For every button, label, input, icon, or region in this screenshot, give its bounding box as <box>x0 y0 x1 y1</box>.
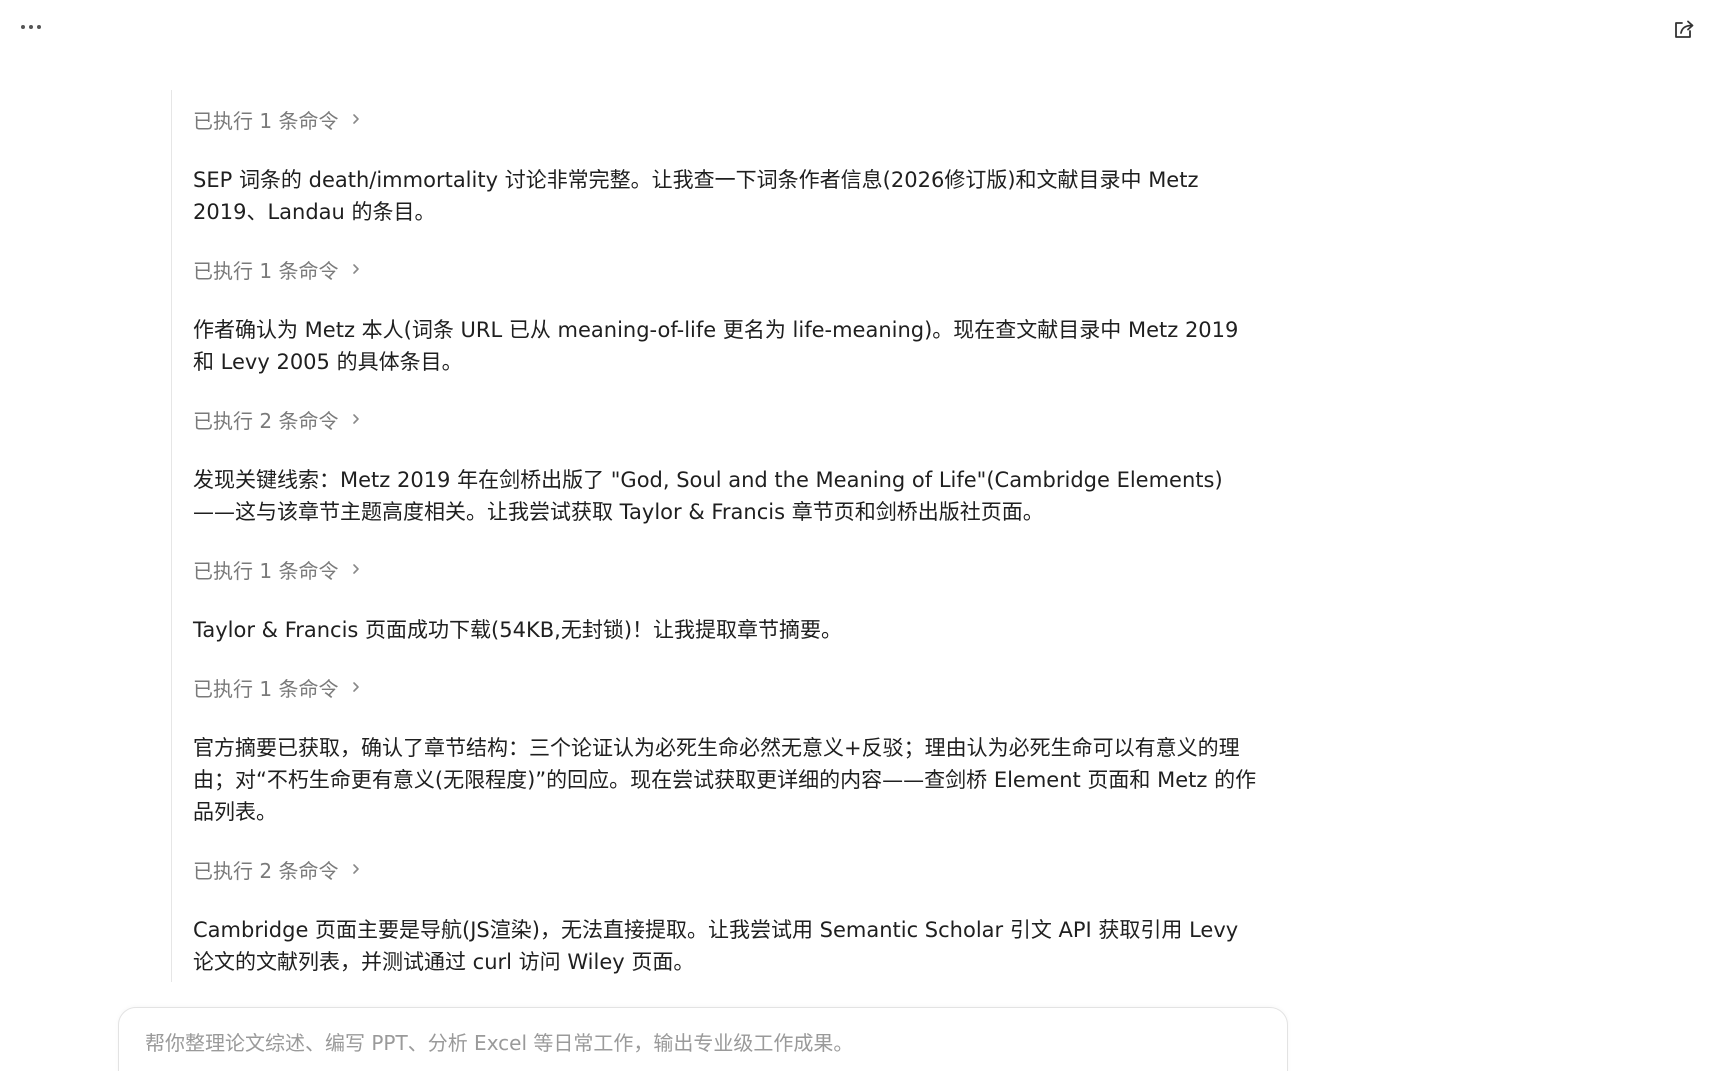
command-summary-label: 已执行 2 条命令 <box>193 858 339 883</box>
command-summary-label: 已执行 2 条命令 <box>193 408 339 433</box>
assistant-message: 官方摘要已获取，确认了章节结构：三个论证认为必死生命必然无意义+反驳；理由认为必… <box>193 736 1257 824</box>
command-summary-label: 已执行 1 条命令 <box>193 676 339 701</box>
message-thread[interactable]: 已执行 1 条命令 SEP 词条的 death/immortality 讨论非常… <box>171 90 1282 982</box>
more-horizontal-icon <box>21 25 41 29</box>
chat-composer <box>118 1007 1288 1071</box>
chevron-right-icon <box>352 263 360 275</box>
chat-input[interactable] <box>143 1030 1247 1056</box>
thread-entry: 已执行 1 条命令 官方摘要已获取，确认了章节结构：三个论证认为必死生命必然无意… <box>193 672 1263 828</box>
chevron-right-icon <box>352 113 360 125</box>
share-icon <box>1675 20 1694 38</box>
assistant-message: 发现关键线索：Metz 2019 年在剑桥出版了 "God, Soul and … <box>193 468 1223 524</box>
thread-entry: 已执行 2 条命令 发现关键线索：Metz 2019 年在剑桥出版了 "God,… <box>193 404 1263 528</box>
thread-entry: 已执行 2 条命令 Cambridge 页面主要是导航(JS渲染)，无法直接提取… <box>193 854 1263 978</box>
assistant-message: SEP 词条的 death/immortality 讨论非常完整。让我查一下词条… <box>193 168 1199 224</box>
thread-entry: 已执行 1 条命令 Taylor & Francis 页面成功下载(54KB,无… <box>193 554 1263 646</box>
command-summary-toggle[interactable]: 已执行 2 条命令 <box>193 854 1263 884</box>
chevron-right-icon <box>352 413 360 425</box>
chevron-right-icon <box>352 563 360 575</box>
command-summary-toggle[interactable]: 已执行 1 条命令 <box>193 104 1263 134</box>
share-button[interactable] <box>1669 14 1699 44</box>
chevron-right-icon <box>352 863 360 875</box>
command-summary-toggle[interactable]: 已执行 1 条命令 <box>193 554 1263 584</box>
assistant-message: Cambridge 页面主要是导航(JS渲染)，无法直接提取。让我尝试用 Sem… <box>193 918 1239 974</box>
more-options-button[interactable] <box>14 14 48 40</box>
command-summary-toggle[interactable]: 已执行 2 条命令 <box>193 404 1263 434</box>
chevron-right-icon <box>352 681 360 693</box>
thread-entry: 已执行 1 条命令 作者确认为 Metz 本人(词条 URL 已从 meanin… <box>193 254 1263 378</box>
command-summary-label: 已执行 1 条命令 <box>193 558 339 583</box>
command-summary-toggle[interactable]: 已执行 1 条命令 <box>193 254 1263 284</box>
chat-page: 已执行 1 条命令 SEP 词条的 death/immortality 讨论非常… <box>0 0 1713 1071</box>
thread-entry: 已执行 1 条命令 SEP 词条的 death/immortality 讨论非常… <box>193 104 1263 228</box>
command-summary-label: 已执行 1 条命令 <box>193 108 339 133</box>
command-summary-label: 已执行 1 条命令 <box>193 258 339 283</box>
command-summary-toggle[interactable]: 已执行 1 条命令 <box>193 672 1263 702</box>
assistant-message: 作者确认为 Metz 本人(词条 URL 已从 meaning-of-life … <box>193 318 1239 374</box>
assistant-message: Taylor & Francis 页面成功下载(54KB,无封锁)！让我提取章节… <box>193 618 843 642</box>
